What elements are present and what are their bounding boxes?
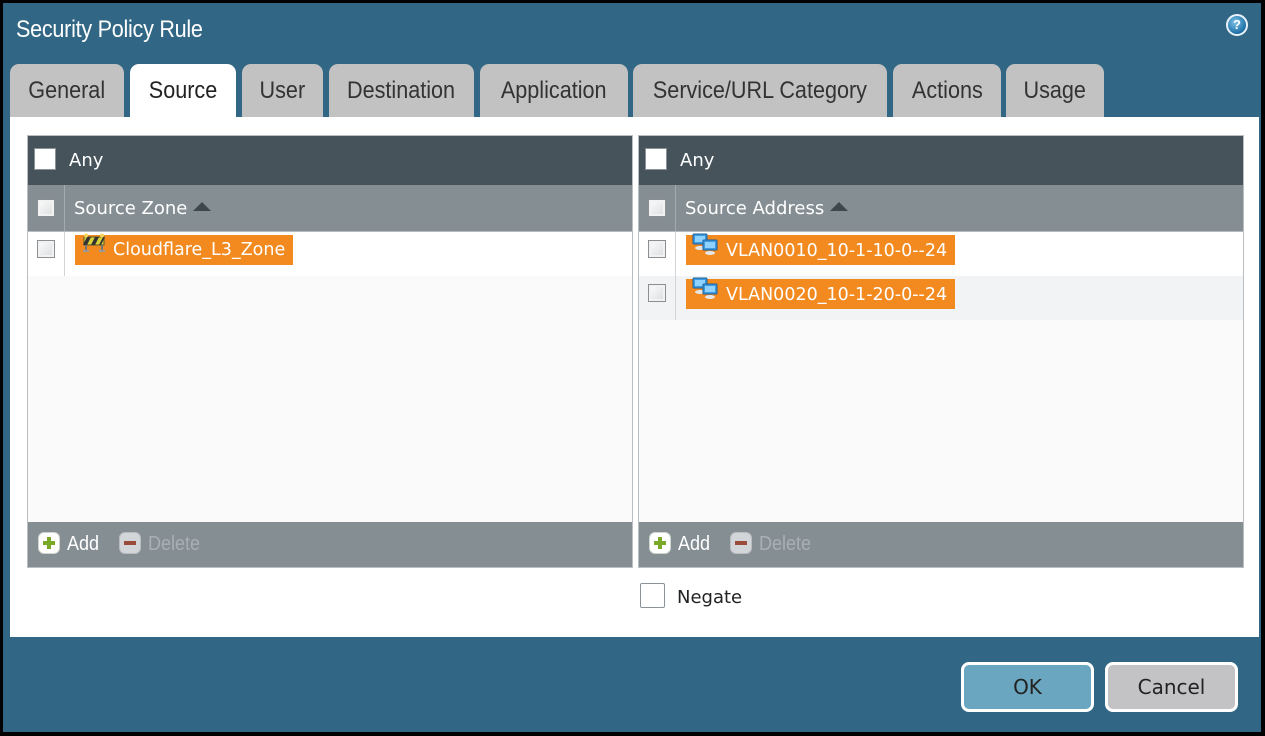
list-item[interactable]: Cloudflare_L3_Zone: [28, 232, 632, 276]
tab-usage[interactable]: Usage: [1006, 64, 1104, 117]
source-address-any-bar: Any: [639, 136, 1243, 185]
source-address-toolbar: Add Delete: [639, 522, 1243, 567]
zone-tag[interactable]: Cloudflare_L3_Zone: [75, 233, 294, 265]
list-item[interactable]: VLAN0020_10-1-20-0--24: [639, 276, 1243, 320]
source-zone-select-all-checkbox[interactable]: [37, 199, 55, 217]
security-policy-rule-dialog: Security Policy Rule ? General Source Us…: [3, 3, 1261, 732]
source-zone-list: Cloudflare_L3_Zone: [28, 232, 632, 276]
plus-icon: [38, 531, 60, 554]
tab-actions[interactable]: Actions: [893, 64, 1001, 117]
source-zone-panel: Any Source Zone Cloudflare_L3_Zone Add D…: [27, 135, 633, 568]
zone-barrier-icon: [81, 233, 107, 263]
column-divider: [675, 276, 676, 320]
tab-destination[interactable]: Destination: [329, 64, 474, 117]
source-zone-header-label: Source Zone: [74, 198, 188, 219]
source-zone-column-header[interactable]: Source Zone: [28, 185, 632, 232]
column-divider: [64, 232, 65, 276]
source-address-select-all-checkbox[interactable]: [648, 199, 666, 217]
source-address-any-checkbox[interactable]: [645, 148, 667, 170]
column-divider: [675, 232, 676, 276]
source-zone-delete-button[interactable]: Delete: [119, 531, 206, 556]
row-checkbox[interactable]: [648, 240, 666, 258]
dialog-title: Security Policy Rule: [16, 16, 203, 43]
row-checkbox[interactable]: [648, 284, 666, 302]
source-address-column-header[interactable]: Source Address: [639, 185, 1243, 232]
tab-source[interactable]: Source: [130, 64, 236, 117]
tab-general[interactable]: General: [10, 64, 124, 117]
cancel-button[interactable]: Cancel: [1105, 662, 1238, 712]
source-address-delete-button[interactable]: Delete: [730, 531, 817, 556]
source-zone-add-button[interactable]: Add: [38, 531, 103, 556]
help-icon[interactable]: ?: [1226, 14, 1248, 36]
minus-icon: [119, 531, 141, 554]
source-address-panel: Any Source Address VLAN0010_10-1-10-0--2…: [638, 135, 1244, 568]
sort-ascending-icon[interactable]: [830, 201, 849, 211]
ok-button[interactable]: OK: [961, 662, 1094, 712]
tab-service-url-category[interactable]: Service/URL Category: [633, 64, 887, 117]
address-tag[interactable]: VLAN0010_10-1-10-0--24: [686, 233, 956, 265]
source-zone-any-bar: Any: [28, 136, 632, 185]
list-item[interactable]: VLAN0010_10-1-10-0--24: [639, 232, 1243, 276]
source-zone-any-label: Any: [69, 150, 104, 171]
source-address-add-button[interactable]: Add: [649, 531, 714, 556]
negate-checkbox[interactable]: [640, 583, 665, 608]
source-zone-any-checkbox[interactable]: [34, 148, 56, 170]
source-zone-toolbar: Add Delete: [28, 522, 632, 567]
address-network-icon: [692, 277, 720, 309]
tab-user[interactable]: User: [242, 64, 323, 117]
sort-ascending-icon[interactable]: [193, 201, 212, 211]
column-divider: [64, 185, 65, 231]
negate-label: Negate: [677, 587, 743, 608]
source-address-list: VLAN0010_10-1-10-0--24 VLAN0020_10-1-20-…: [639, 232, 1243, 320]
plus-icon: [649, 531, 671, 554]
minus-icon: [730, 531, 752, 554]
address-tag[interactable]: VLAN0020_10-1-20-0--24: [686, 277, 956, 309]
tab-content-source: Any Source Zone Cloudflare_L3_Zone Add D…: [10, 117, 1259, 637]
tab-application[interactable]: Application: [480, 64, 628, 117]
row-checkbox[interactable]: [37, 240, 55, 258]
source-address-any-label: Any: [680, 150, 715, 171]
source-address-header-label: Source Address: [685, 198, 825, 219]
address-network-icon: [692, 233, 720, 265]
column-divider: [675, 185, 676, 231]
